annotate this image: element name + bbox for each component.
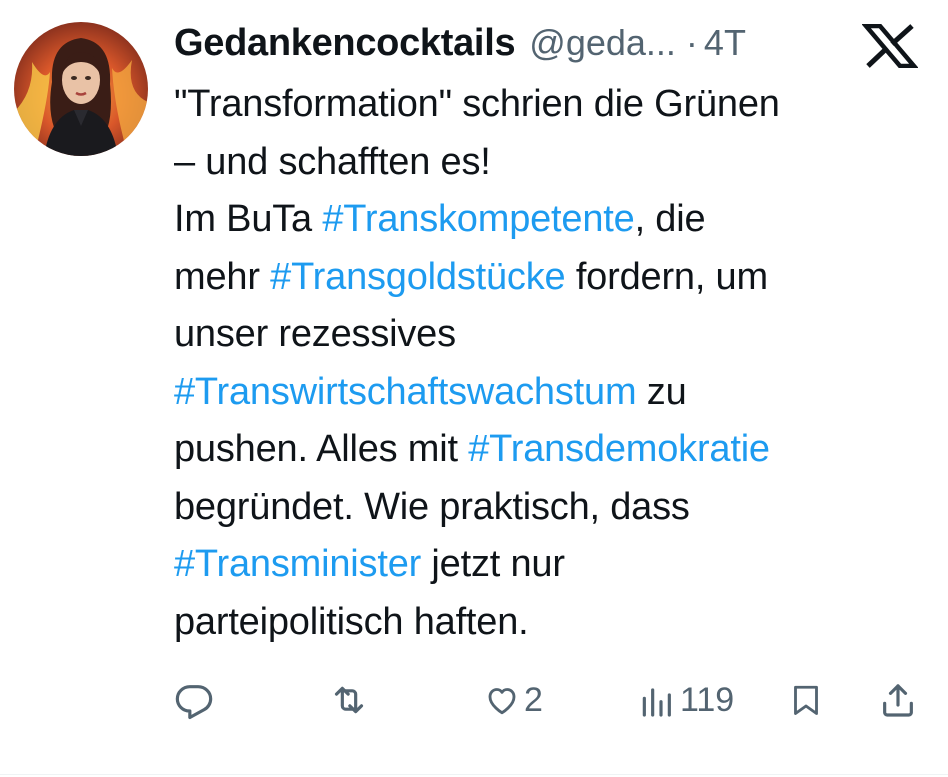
author-handle[interactable]: @geda...: [529, 22, 676, 64]
text-segment: zu: [636, 370, 687, 413]
hashtag-link[interactable]: #Transwirtschaftswachstum: [174, 371, 637, 413]
tweet-text-line: begründet. Wie praktisch, dass: [174, 485, 690, 528]
text-segment: , die: [634, 198, 706, 240]
tweet-card[interactable]: Gedankencocktails @geda... · 4T "Transfo…: [0, 0, 948, 777]
hashtag-link[interactable]: #Transgoldstücke: [270, 256, 566, 298]
tweet-text-line: mehr #Transgoldstücke fordern, um: [174, 249, 924, 307]
views-button[interactable]: 119: [636, 676, 734, 724]
tweet-text-line: Im BuTa #Transkompetente, die: [174, 191, 924, 249]
views-icon: [642, 688, 671, 717]
avatar-image: [14, 22, 148, 156]
text-segment: jetzt nur: [421, 543, 565, 585]
tweet-text: "Transformation" schrien die Grünen – un…: [174, 76, 924, 651]
bottom-divider: [0, 774, 948, 775]
tweet-text-line: unser rezessives: [174, 313, 456, 355]
text-segment: fordern, um: [565, 255, 768, 298]
bookmark-button[interactable]: [788, 676, 824, 724]
header-separator: ·: [685, 22, 698, 63]
reply-icon: [175, 685, 213, 720]
tweet-text-line: parteipolitisch haften.: [174, 600, 529, 643]
tweet-text-line: #Transminister jetzt nur: [174, 536, 924, 594]
share-button[interactable]: [878, 676, 918, 724]
hashtag-link[interactable]: #Transkompetente: [322, 198, 634, 240]
author-display-name[interactable]: Gedankencocktails: [174, 22, 516, 65]
bookmark-icon: [794, 685, 818, 715]
like-button[interactable]: 2: [484, 676, 543, 724]
share-icon: [883, 684, 913, 717]
like-count: 2: [524, 680, 543, 719]
text-segment: mehr: [174, 255, 271, 298]
tweet-text-line: "Transformation" schrien die Grünen: [174, 83, 780, 125]
tweet-timestamp[interactable]: 4T: [704, 22, 746, 64]
tweet-text-line: – und schafften es!: [174, 140, 491, 183]
retweet-icon: [334, 686, 364, 714]
views-count: 119: [680, 680, 735, 719]
author-avatar[interactable]: [14, 22, 148, 156]
tweet-text-line: #Transwirtschaftswachstum zu: [174, 364, 924, 422]
tweet-header: Gedankencocktails @geda... · 4T: [174, 18, 746, 68]
reply-button[interactable]: [174, 676, 214, 724]
hashtag-link[interactable]: #Transdemokratie: [468, 428, 770, 470]
tweet-text-line: pushen. Alles mit #Transdemokratie: [174, 421, 924, 479]
hashtag-link[interactable]: #Transminister: [174, 543, 421, 585]
heart-icon: [488, 688, 516, 715]
retweet-button[interactable]: [328, 676, 370, 724]
text-segment: pushen. Alles mit: [174, 428, 469, 470]
tweet-actions: 2 119: [174, 676, 918, 724]
text-segment: Im BuTa: [174, 198, 323, 240]
x-logo-icon[interactable]: [862, 24, 918, 68]
